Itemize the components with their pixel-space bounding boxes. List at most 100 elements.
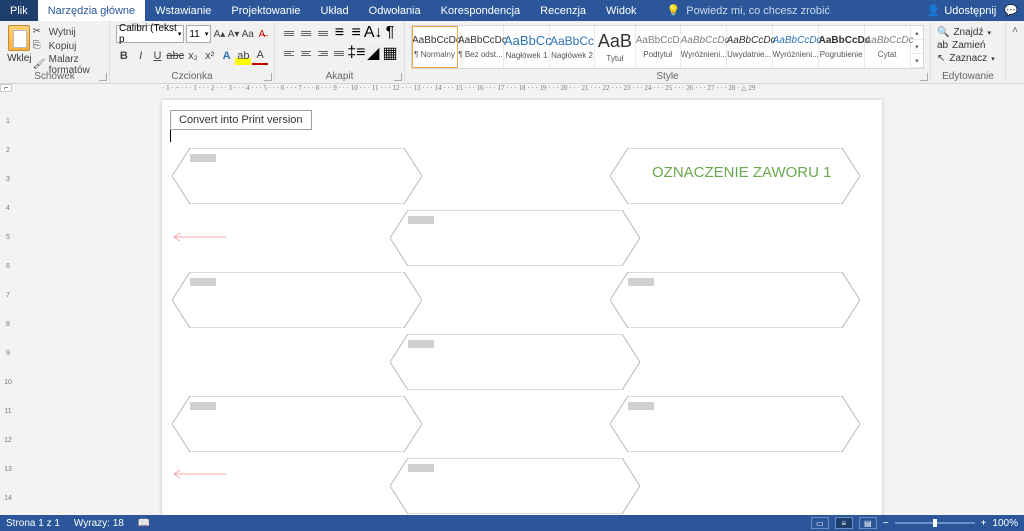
- strike-button[interactable]: abc: [166, 47, 184, 65]
- bold-button[interactable]: B: [116, 47, 132, 65]
- grow-font-button[interactable]: A▴: [213, 26, 225, 42]
- styles-gallery[interactable]: AaBbCcDc¶ NormalnyAaBbCcDc¶ Bez odst...A…: [411, 25, 924, 69]
- font-color-button[interactable]: A: [252, 47, 268, 65]
- style-item[interactable]: AaBbCcDcPogrubienie: [819, 26, 865, 68]
- print-layout-button[interactable]: ≡: [835, 517, 853, 529]
- hex-shape[interactable]: [610, 272, 860, 328]
- tab-review[interactable]: Recenzja: [530, 0, 596, 21]
- find-button[interactable]: 🔍Znajdź▾: [937, 27, 999, 38]
- hex-shape[interactable]: [172, 148, 422, 204]
- superscript-button[interactable]: x²: [202, 47, 218, 65]
- read-mode-button[interactable]: ▭: [811, 517, 829, 529]
- style-item[interactable]: AaBbCcDc¶ Normalny: [412, 26, 458, 68]
- change-case-button[interactable]: Aa: [242, 26, 254, 42]
- styles-launcher[interactable]: [920, 73, 928, 81]
- web-layout-button[interactable]: ▤: [859, 517, 877, 529]
- zoom-thumb[interactable]: [933, 519, 937, 527]
- italic-button[interactable]: I: [133, 47, 149, 65]
- align-left-button[interactable]: [281, 45, 297, 61]
- tell-me-placeholder: Powiedz mi, co chcesz zrobić: [686, 5, 830, 17]
- style-item[interactable]: AaBbCcDcCytat: [865, 26, 911, 68]
- hex-shape[interactable]: [610, 396, 860, 452]
- style-name: Podtytuł: [636, 50, 680, 59]
- ruler-corner[interactable]: ⌐: [0, 84, 12, 92]
- tell-me-search[interactable]: 💡 Powiedz mi, co chcesz zrobić: [667, 0, 830, 21]
- style-item[interactable]: AaBbCcNagłówek 1: [504, 26, 550, 68]
- copy-button[interactable]: ⎘Kopiuj: [33, 40, 103, 52]
- style-item[interactable]: AaBbCcDcWyróżnieni...: [773, 26, 819, 68]
- line-spacing-button[interactable]: ‡≡: [348, 45, 364, 61]
- sort-button[interactable]: A↓: [365, 25, 381, 41]
- zoom-slider[interactable]: [895, 522, 975, 524]
- text-effects-button[interactable]: A: [219, 47, 235, 65]
- tab-home[interactable]: Narzędzia główne: [38, 0, 145, 21]
- font-name-combo[interactable]: Calibri (Tekst p▾: [116, 25, 184, 43]
- hex-shape[interactable]: [390, 210, 640, 266]
- shrink-font-button[interactable]: A▾: [228, 26, 240, 42]
- tab-view[interactable]: Widok: [596, 0, 647, 21]
- font-size-combo[interactable]: 11▾: [186, 25, 211, 43]
- style-preview: AaBbCc: [550, 35, 594, 47]
- replace-button[interactable]: abZamień: [937, 40, 999, 51]
- convert-print-button[interactable]: Convert into Print version: [170, 110, 312, 130]
- decrease-indent-button[interactable]: ≡: [331, 25, 347, 41]
- spell-check-icon[interactable]: 📖: [138, 518, 150, 529]
- collapse-ribbon-button[interactable]: ˄: [1012, 25, 1018, 36]
- hex-shape-labeled[interactable]: OZNACZENIE ZAWORU 1: [610, 148, 860, 204]
- group-editing: 🔍Znajdź▾ abZamień ↖Zaznacz▾ Edytowanie: [931, 21, 1006, 83]
- tab-file[interactable]: Plik: [0, 0, 38, 21]
- zoom-in-button[interactable]: +: [981, 518, 987, 529]
- tab-layout[interactable]: Układ: [311, 0, 359, 21]
- multilevel-button[interactable]: [315, 25, 331, 41]
- style-item[interactable]: AaBbCcDc¶ Bez odst...: [458, 26, 504, 68]
- borders-button[interactable]: ▦: [382, 45, 398, 61]
- justify-button[interactable]: [331, 45, 347, 61]
- zoom-out-button[interactable]: −: [883, 518, 889, 529]
- page-status[interactable]: Strona 1 z 1: [6, 518, 60, 529]
- font-launcher[interactable]: [264, 73, 272, 81]
- style-item[interactable]: AaBbCcDPodtytuł: [636, 26, 681, 68]
- align-center-button[interactable]: [298, 45, 314, 61]
- tab-insert[interactable]: Wstawianie: [145, 0, 221, 21]
- shading-button[interactable]: ◢: [365, 45, 381, 61]
- zoom-value[interactable]: 100%: [992, 518, 1018, 529]
- tab-design[interactable]: Projektowanie: [221, 0, 310, 21]
- highlight-button[interactable]: ab: [235, 47, 251, 65]
- style-item[interactable]: AaBbCc Nagłówek 2: [550, 26, 595, 68]
- tab-mailings[interactable]: Korespondencja: [431, 0, 531, 21]
- chevron-down-icon: ▾: [991, 55, 995, 63]
- show-marks-button[interactable]: ¶: [382, 25, 398, 41]
- subscript-button[interactable]: x₂: [185, 47, 201, 65]
- vertical-ruler[interactable]: 123456789101112131415: [2, 96, 14, 515]
- hex-shape[interactable]: [172, 396, 422, 452]
- brush-icon: 🖌: [33, 59, 45, 71]
- cut-button[interactable]: ✂Wytnij: [33, 26, 103, 38]
- page[interactable]: Convert into Print version OZNACZENIE ZA…: [162, 100, 882, 515]
- style-item[interactable]: AaBbCcDcWyróżnieni...: [681, 26, 727, 68]
- horizontal-ruler[interactable]: · 1 · ⌐ · · · 1 · · · 2 · · · 3 · · · 4 …: [14, 84, 1024, 96]
- chevron-down-icon: ▾: [987, 29, 991, 37]
- style-item[interactable]: AaBTytuł: [595, 26, 636, 68]
- comments-icon[interactable]: 💬: [1004, 4, 1018, 17]
- increase-indent-button[interactable]: ≡: [348, 25, 364, 41]
- tab-references[interactable]: Odwołania: [359, 0, 431, 21]
- share-button[interactable]: 👤 Udostępnij: [927, 4, 997, 17]
- clear-format-button[interactable]: A̶: [256, 26, 268, 42]
- style-item[interactable]: AaBbCcDcUwydatnie...: [727, 26, 773, 68]
- bullets-button[interactable]: [281, 25, 297, 41]
- hex-shape[interactable]: [390, 334, 640, 390]
- numbering-button[interactable]: [298, 25, 314, 41]
- hex-shape[interactable]: [172, 272, 422, 328]
- underline-button[interactable]: U: [150, 47, 166, 65]
- style-name: Tytuł: [595, 54, 635, 63]
- styles-more-button[interactable]: ▴▾▾: [911, 26, 923, 68]
- align-right-button[interactable]: [315, 45, 331, 61]
- para-launcher[interactable]: [394, 73, 402, 81]
- clipboard-launcher[interactable]: [99, 73, 107, 81]
- style-name: Wyróżnieni...: [773, 50, 818, 59]
- select-button[interactable]: ↖Zaznacz▾: [937, 53, 999, 64]
- word-count[interactable]: Wyrazy: 18: [74, 518, 124, 529]
- style-name: Nagłówek 2: [550, 51, 594, 60]
- document-canvas[interactable]: Convert into Print version OZNACZENIE ZA…: [14, 96, 1024, 515]
- hex-shape[interactable]: [390, 458, 640, 514]
